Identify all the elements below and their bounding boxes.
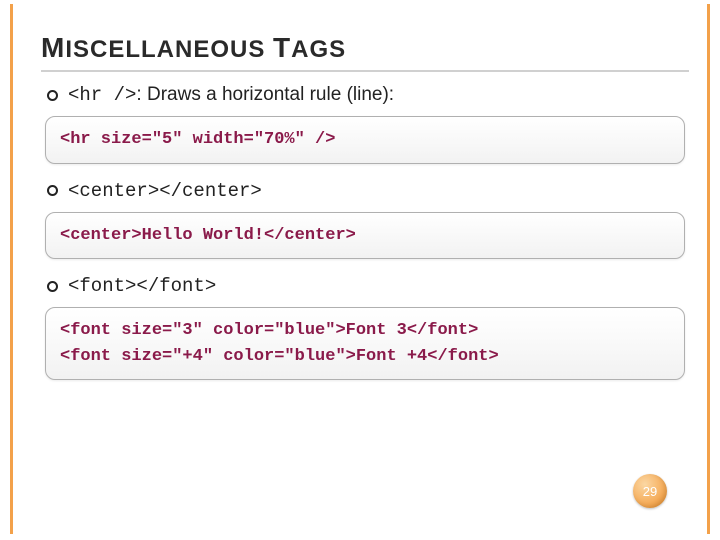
bullet-center: <center></center> (47, 180, 689, 202)
codebox-center: <center>Hello World!</center> (45, 212, 685, 260)
page-number-badge: 29 (633, 474, 667, 508)
codebox-hr: <hr size="5" width="70%" /> (45, 116, 685, 164)
slide-frame: MISCELLANEOUS TAGS <hr />: Draws a horiz… (10, 4, 710, 534)
title-cap-2: T (273, 32, 291, 63)
bullet-code: <hr /> (68, 84, 136, 106)
codebox-font: <font size="3" color="blue">Font 3</font… (45, 307, 685, 380)
bullet-desc: : Draws a horizontal rule (line): (136, 84, 394, 105)
bullet-text: <hr />: Draws a horizontal rule (line): (68, 84, 394, 106)
page-number: 29 (643, 484, 657, 499)
page-title: MISCELLANEOUS TAGS (41, 32, 689, 72)
bullet-font: <font></font> (47, 275, 689, 297)
title-rest-1: ISCELLANEOUS (65, 36, 273, 63)
bullet-icon (47, 281, 58, 292)
bullet-code: <font></font> (68, 275, 216, 297)
bullet-icon (47, 90, 58, 101)
title-rest-2: AGS (291, 36, 346, 63)
bullet-code: <center></center> (68, 180, 262, 202)
title-cap-1: M (41, 32, 65, 63)
slide-content: MISCELLANEOUS TAGS <hr />: Draws a horiz… (13, 4, 707, 380)
bullet-icon (47, 185, 58, 196)
bullet-hr: <hr />: Draws a horizontal rule (line): (47, 84, 689, 106)
